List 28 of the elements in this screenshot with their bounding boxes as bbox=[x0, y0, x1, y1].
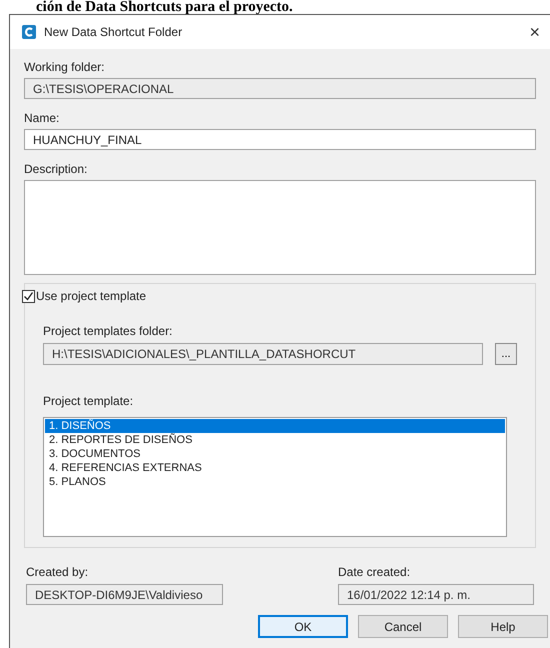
field-label: Created by: bbox=[26, 566, 90, 578]
document-caption: ción de Data Shortcuts para el proyecto. bbox=[35, 0, 294, 14]
field-label: Date created: bbox=[338, 566, 412, 578]
date-created-field[interactable]: 16/01/2022 12:14 p. m. bbox=[338, 584, 534, 605]
field-label: Name: bbox=[24, 112, 60, 124]
field-label: Working folder: bbox=[24, 61, 106, 73]
field-label: Description: bbox=[24, 163, 88, 175]
working-folder-field[interactable]: G:\TESIS\OPERACIONAL bbox=[24, 78, 536, 99]
check-icon bbox=[23, 290, 34, 302]
close-button[interactable]: × bbox=[525, 23, 544, 41]
dialog-button[interactable]: Help bbox=[458, 615, 548, 638]
app-logo-icon bbox=[22, 25, 36, 39]
list-item[interactable]: 3. DOCUMENTOS bbox=[45, 447, 505, 461]
field-label: Project templates folder: bbox=[43, 325, 174, 337]
templates-folder-field[interactable]: H:\TESIS\ADICIONALES\_PLANTILLA_DATASHORCUT bbox=[43, 343, 483, 365]
list-item[interactable]: 4. REFERENCIAS EXTERNAS bbox=[45, 461, 505, 475]
browse-button[interactable]: ... bbox=[495, 343, 517, 365]
list-item[interactable]: 2. REPORTES DE DISEÑOS bbox=[45, 433, 505, 447]
created-by-field[interactable]: DESKTOP-DI6M9JE\Valdivieso bbox=[26, 584, 223, 605]
name-field[interactable]: HUANCHUY_FINAL bbox=[24, 129, 536, 150]
use-template-checkbox[interactable]: Use project template bbox=[22, 287, 535, 305]
window-title: New Data Shortcut Folder bbox=[44, 24, 184, 41]
list-item[interactable]: 5. PLANOS bbox=[45, 475, 505, 489]
dialog-button[interactable]: OK bbox=[258, 615, 348, 638]
field-label: Project template: bbox=[43, 395, 134, 407]
list-item[interactable]: 1. DISEÑOS bbox=[45, 419, 505, 433]
description-field[interactable] bbox=[24, 180, 536, 275]
dialog-button[interactable]: Cancel bbox=[358, 615, 448, 638]
